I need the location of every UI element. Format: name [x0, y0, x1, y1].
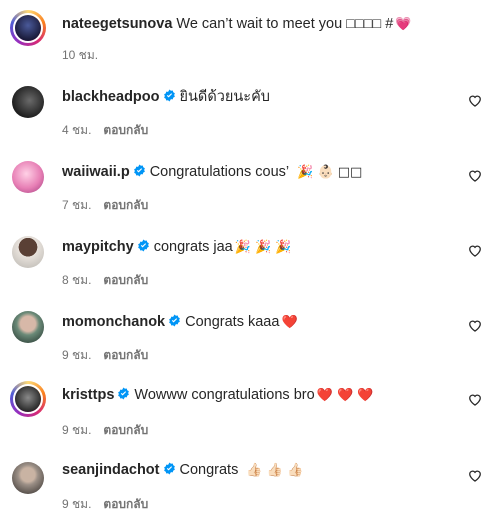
- comment-username[interactable]: momonchanok: [62, 314, 165, 330]
- comment-time: 9 ชม.: [62, 497, 92, 511]
- avatar-story-ring[interactable]: [10, 10, 46, 46]
- comment-time: 9 ชม.: [62, 348, 92, 362]
- avatar-story-ring[interactable]: [10, 381, 46, 417]
- emoji-red-heart-icon: ❤️ ❤️ ❤️: [316, 388, 374, 403]
- comment-time: 8 ชม.: [62, 273, 92, 287]
- comment-username[interactable]: blackheadpoo: [62, 89, 160, 105]
- like-heart-icon[interactable]: [468, 94, 482, 107]
- comment-username[interactable]: seanjindachot: [62, 462, 160, 478]
- emoji-party-icon: 🎉 🎉 🎉: [234, 240, 292, 255]
- comment-item: kristtps Wowww congratulations bro ❤️ ❤️ ❤…: [0, 381, 490, 453]
- comment-text: Congrats: [179, 462, 239, 478]
- emoji-thumbs-up-icon: 👍🏻 👍🏻 👍🏻: [246, 463, 304, 478]
- like-heart-icon[interactable]: [468, 169, 482, 182]
- comment-item: blackheadpoo ยินดีด้วยนะคับ 4 ชม. ตอบกลับ: [0, 83, 490, 155]
- verified-badge-icon: [133, 164, 145, 177]
- like-heart-icon[interactable]: [468, 244, 482, 257]
- emoji-red-heart-icon: ❤️: [281, 315, 298, 330]
- comment-time: 4 ชม.: [62, 123, 92, 137]
- comment-text: Wowww congratulations bro: [134, 387, 315, 403]
- reply-button[interactable]: ตอบกลับ: [103, 273, 148, 287]
- avatar: [15, 15, 41, 41]
- comment-item: seanjindachot Congrats 👍🏻 👍🏻 👍🏻 9 ชม. ตอบกล…: [0, 459, 490, 531]
- avatar: [15, 386, 41, 412]
- comment-username[interactable]: waiiwaii.p: [62, 164, 130, 180]
- like-heart-icon[interactable]: [468, 319, 482, 332]
- verified-badge-icon: [163, 89, 175, 102]
- comment-text: We can’t wait to meet you □□□□ #: [176, 16, 394, 32]
- like-heart-icon[interactable]: [468, 469, 482, 482]
- reply-button[interactable]: ตอบกลับ: [103, 497, 148, 511]
- reply-button[interactable]: ตอบกลับ: [103, 123, 148, 137]
- comment-item: maypitchy congrats jaa 🎉 🎉 🎉 8 ชม. ตอบกลับ: [0, 233, 490, 305]
- emoji-party-icon: 🎉 👶🏻 □□: [297, 165, 363, 180]
- comment-time: 10 ชม.: [62, 48, 99, 62]
- avatar[interactable]: [12, 86, 44, 118]
- comment-text: ยินดีด้วยนะคับ: [179, 89, 270, 105]
- comment-item: waiiwaii.p Congratulations cous’ 🎉 👶🏻 □□ 7…: [0, 158, 490, 230]
- reply-button[interactable]: ตอบกลับ: [103, 348, 148, 362]
- avatar[interactable]: [12, 311, 44, 343]
- comment-item: nateegetsunova We can’t wait to meet you …: [0, 8, 490, 80]
- emoji-heart-icon: 💗: [395, 17, 412, 32]
- reply-button[interactable]: ตอบกลับ: [103, 198, 148, 212]
- comment-username[interactable]: kristtps: [62, 387, 114, 403]
- avatar[interactable]: [12, 462, 44, 494]
- verified-badge-icon: [163, 462, 175, 475]
- comment-text: Congratulations cous’: [149, 164, 290, 180]
- verified-badge-icon: [137, 239, 149, 252]
- comment-text: congrats jaa: [153, 239, 233, 255]
- comment-item: momonchanok Congrats kaaa ❤️ 9 ชม. ตอบกลับ: [0, 308, 490, 380]
- comment-time: 7 ชม.: [62, 198, 92, 212]
- comment-username[interactable]: nateegetsunova: [62, 16, 172, 32]
- comment-username[interactable]: maypitchy: [62, 239, 134, 255]
- like-heart-icon[interactable]: [468, 393, 482, 406]
- avatar[interactable]: [12, 236, 44, 268]
- verified-badge-icon: [169, 314, 180, 327]
- reply-button[interactable]: ตอบกลับ: [103, 423, 148, 437]
- avatar[interactable]: [12, 161, 44, 193]
- comment-time: 9 ชม.: [62, 423, 92, 437]
- comment-text: Congrats kaaa: [185, 314, 280, 330]
- verified-badge-icon: [118, 387, 130, 400]
